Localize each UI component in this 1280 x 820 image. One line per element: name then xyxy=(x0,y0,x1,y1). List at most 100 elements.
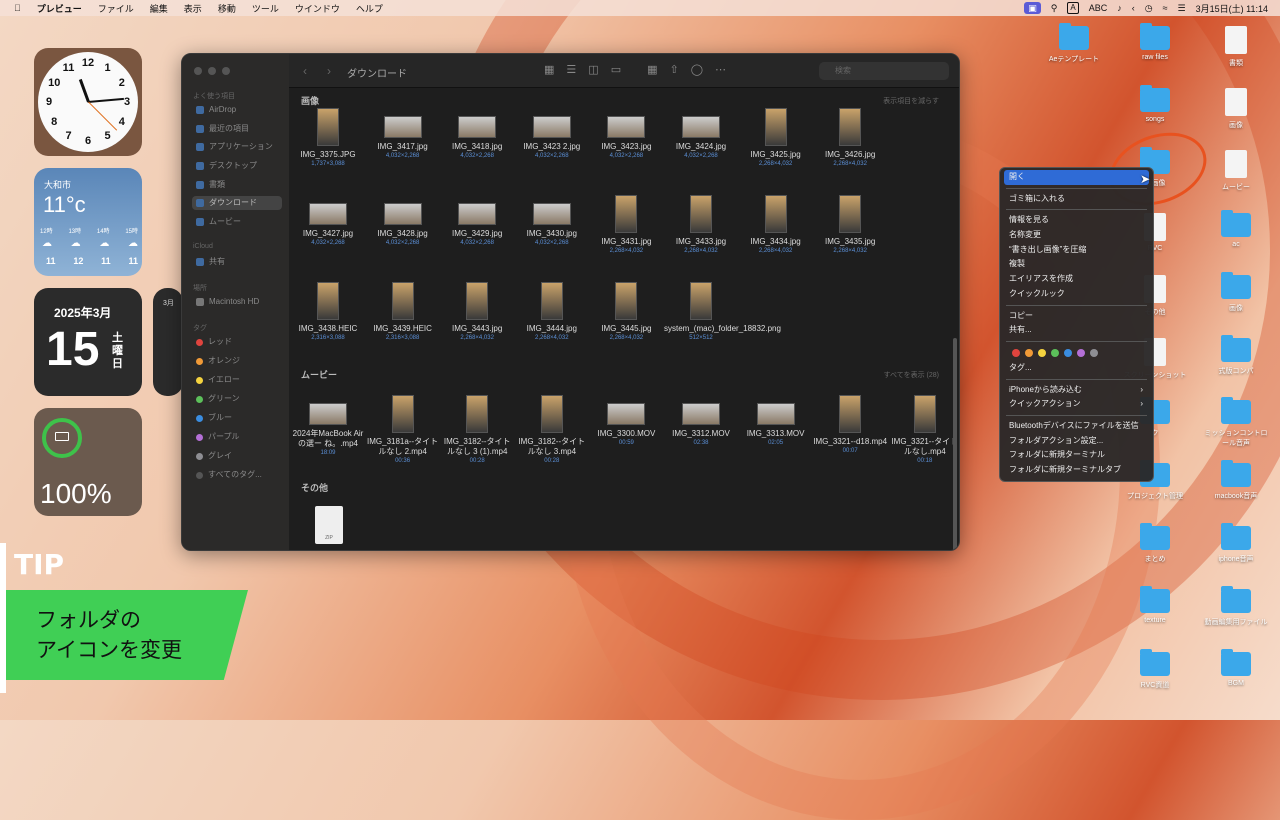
desktop-icon[interactable]: 画像 xyxy=(1204,272,1268,313)
sidebar-tag-item[interactable]: すべてのタグ... xyxy=(192,468,282,482)
desktop-icon[interactable]: 動画編集用ファイル xyxy=(1204,586,1268,627)
back-button[interactable]: ‹ xyxy=(303,64,307,78)
file-item[interactable]: IMG_3417.jpg 4,032×2,268 xyxy=(366,108,440,160)
sidebar-item-airdrop[interactable]: AirDrop xyxy=(192,103,282,117)
file-item[interactable]: IMG_3181a--タイトルなし 2.mp4 00:36 xyxy=(366,395,440,465)
zip-file-item[interactable]: ZIP xyxy=(292,506,366,544)
sidebar-tag-item[interactable]: グリーン xyxy=(192,392,282,406)
file-item[interactable]: IMG_3444.jpg 2,268×4,032 xyxy=(515,282,589,342)
desktop-icon[interactable]: songs xyxy=(1123,85,1187,123)
menu-item-folder-actions[interactable]: フォルダアクション設定... xyxy=(1004,434,1149,449)
file-item[interactable]: IMG_3431.jpg 2,268×4,032 xyxy=(589,195,663,255)
file-item[interactable]: 2024年MacBook Airの選ー ね。.mp4 18:09 xyxy=(291,395,365,457)
sidebar-item-macintosh-hd[interactable]: Macintosh HD xyxy=(192,295,282,309)
calendar-widget[interactable]: 2025年3月 15 土 曜 日 xyxy=(34,288,142,396)
group-button[interactable]: ▦ xyxy=(647,63,657,76)
menu-item-import-iphone[interactable]: iPhoneから読み込む › xyxy=(1004,383,1149,398)
apple-menu-icon[interactable]:  xyxy=(14,3,21,13)
file-item[interactable]: IMG_3438.HEIC 2,316×3,088 xyxy=(291,282,365,342)
file-item[interactable]: IMG_3430.jpg 4,032×2,268 xyxy=(515,195,589,247)
menu-go[interactable]: 移動 xyxy=(218,2,236,15)
file-item[interactable]: IMG_3321--タイトルなし.mp4 00:18 xyxy=(888,395,959,465)
share-icon[interactable]: ⇧ xyxy=(670,63,679,76)
close-button[interactable] xyxy=(194,67,202,75)
sidebar-tag-item[interactable]: パープル xyxy=(192,430,282,444)
column-view-button[interactable]: ◫ xyxy=(588,63,598,76)
tag-icon[interactable]: ◯ xyxy=(691,63,703,76)
file-item[interactable]: IMG_3443.jpg 2,268×4,032 xyxy=(440,282,514,342)
zoom-button[interactable] xyxy=(222,67,230,75)
search-icon[interactable]: ⚲ xyxy=(1051,3,1058,14)
file-item[interactable]: IMG_3435.jpg 2,268×4,032 xyxy=(813,195,887,255)
finder-window[interactable]: よく使う項目 AirDrop 最近の項目 アプリケーション デスクトップ 書類 … xyxy=(181,53,960,551)
desktop-icon[interactable]: macbook音声 xyxy=(1204,460,1268,501)
desktop-icon[interactable]: 画像 xyxy=(1204,88,1268,130)
tag-color-dot[interactable] xyxy=(1064,348,1072,357)
file-item[interactable]: IMG_3428.jpg 4,032×2,268 xyxy=(366,195,440,247)
file-item[interactable]: IMG_3182--タイトルなし 3 (1).mp4 00:28 xyxy=(440,395,514,465)
menu-item-quick-actions[interactable]: クイックアクション › xyxy=(1004,397,1149,412)
tag-color-dot[interactable] xyxy=(1025,348,1033,357)
list-view-button[interactable]: ☰ xyxy=(566,63,576,76)
file-item[interactable]: IMG_3439.HEIC 2,316×3,088 xyxy=(366,282,440,342)
sidebar-item-movies[interactable]: ムービー xyxy=(192,215,282,229)
menu-view[interactable]: 表示 xyxy=(184,2,202,15)
weather-widget[interactable]: 大和市 11°c 12時 13時 14時 15時 ☁ ☁ ☁ ☁ 11 12 1… xyxy=(34,168,142,276)
menu-help[interactable]: ヘルプ xyxy=(356,2,383,15)
control-center-icon[interactable]: ☰ xyxy=(1178,3,1186,14)
input-source-label[interactable]: ABC xyxy=(1089,3,1108,13)
sidebar-item-documents[interactable]: 書類 xyxy=(192,178,282,192)
menu-item-compress[interactable]: “書き出し画像”を圧縮 xyxy=(1004,243,1149,258)
file-item[interactable]: IMG_3423.jpg 4,032×2,268 xyxy=(589,108,663,160)
tag-color-dot[interactable] xyxy=(1038,348,1046,357)
menu-item-new-terminal[interactable]: フォルダに新規ターミナル xyxy=(1004,448,1149,463)
menu-item-copy[interactable]: コピー xyxy=(1004,309,1149,324)
menu-item-get-info[interactable]: 情報を見る xyxy=(1004,213,1149,228)
tag-color-dot[interactable] xyxy=(1051,348,1059,357)
file-item[interactable]: IMG_3427.jpg 4,032×2,268 xyxy=(291,195,365,247)
menu-item-make-alias[interactable]: エイリアスを作成 xyxy=(1004,272,1149,287)
file-item[interactable]: IMG_3425.jpg 2,268×4,032 xyxy=(739,108,813,168)
minimize-button[interactable] xyxy=(208,67,216,75)
desktop-icon[interactable]: iphone音声 xyxy=(1204,523,1268,564)
sidebar-item-downloads[interactable]: ダウンロード xyxy=(192,196,282,210)
menu-item-bluetooth-send[interactable]: Bluetoothデバイスにファイルを送信 xyxy=(1004,419,1149,434)
file-item[interactable]: IMG_3418.jpg 4,032×2,268 xyxy=(440,108,514,160)
file-item[interactable]: IMG_3300.MOV 00:59 xyxy=(589,395,663,447)
sidebar-item-desktop[interactable]: デスクトップ xyxy=(192,159,282,173)
sidebar-item-recents[interactable]: 最近の項目 xyxy=(192,122,282,136)
tag-color-dot[interactable] xyxy=(1090,348,1098,357)
menu-item-quick-look[interactable]: クイックルック xyxy=(1004,287,1149,302)
wifi-icon[interactable]: ≈ xyxy=(1163,3,1168,13)
scrollbar[interactable] xyxy=(953,338,957,550)
battery-widget[interactable]: 100% xyxy=(34,408,142,516)
file-item[interactable]: IMG_3426.jpg 2,268×4,032 xyxy=(813,108,887,168)
desktop-icon[interactable]: 式版コンパ xyxy=(1204,335,1268,376)
menu-item-rename[interactable]: 名称変更 xyxy=(1004,228,1149,243)
desktop-icon[interactable]: BGM xyxy=(1204,649,1268,687)
chevron-left-icon[interactable]: ‹ xyxy=(1132,3,1135,13)
tag-color-dot[interactable] xyxy=(1012,348,1020,357)
file-item[interactable]: IMG_3429.jpg 4,032×2,268 xyxy=(440,195,514,247)
file-item[interactable]: IMG_3434.jpg 2,268×4,032 xyxy=(739,195,813,255)
screen-mirror-icon[interactable]: ▣ xyxy=(1024,2,1041,14)
menu-tools[interactable]: ツール xyxy=(252,2,279,15)
menu-item-trash[interactable]: ゴミ箱に入れる xyxy=(1004,192,1149,207)
sidebar-tag-item[interactable]: オレンジ xyxy=(192,354,282,368)
clock-widget[interactable]: 12 1 2 3 4 5 6 7 8 9 10 11 xyxy=(34,48,142,156)
menu-edit[interactable]: 編集 xyxy=(150,2,168,15)
file-item[interactable]: IMG_3182--タイトルなし 3.mp4 00:28 xyxy=(515,395,589,465)
desktop-icon[interactable]: 書類 xyxy=(1204,26,1268,68)
calendar-mini-widget[interactable]: 3月 xyxy=(153,288,183,396)
desktop-icon[interactable]: RVC資道 xyxy=(1123,649,1187,690)
menu-file[interactable]: ファイル xyxy=(98,2,134,15)
sidebar-tag-item[interactable]: イエロー xyxy=(192,373,282,387)
input-mode-icon[interactable]: A xyxy=(1067,2,1079,14)
file-item[interactable]: IMG_3445.jpg 2,268×4,032 xyxy=(589,282,663,342)
menu-item-new-terminal-tab[interactable]: フォルダに新規ターミナルタブ xyxy=(1004,463,1149,478)
menu-window[interactable]: ウインドウ xyxy=(295,2,340,15)
clock-icon[interactable]: ◷ xyxy=(1145,3,1153,14)
gallery-view-button[interactable]: ▭ xyxy=(611,63,621,76)
images-show-less-link[interactable]: 表示項目を減らす xyxy=(883,96,939,106)
file-item[interactable]: IMG_3375.JPG 1,737×3,088 xyxy=(291,108,365,168)
